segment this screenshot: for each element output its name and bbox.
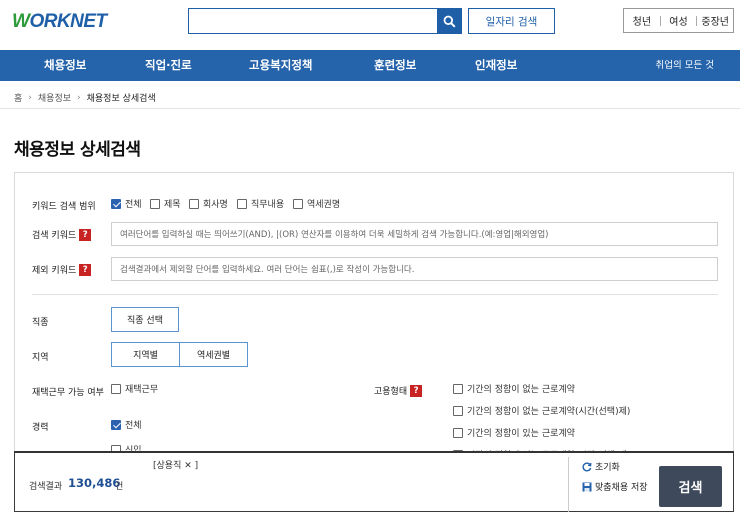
nav-item-jobs[interactable]: 채용정보: [44, 50, 86, 81]
checkbox-icon: [111, 383, 121, 394]
region-tab-station[interactable]: 역세권별: [179, 342, 248, 367]
save-custom-search-button[interactable]: 맞춤채용 저장: [582, 480, 648, 493]
employment-type-checkbox[interactable]: 기간의 정함이 없는 근로계약(시간(선택)제): [453, 404, 630, 417]
checkbox-icon: [237, 198, 247, 209]
checkbox-icon: [293, 198, 303, 209]
divider: [32, 294, 718, 295]
search-submit-button[interactable]: 검색: [659, 466, 722, 507]
result-bar: [상용직 ✕ ] 검색결과 130,486 건 초기화 맞춤채용 저장 검색: [14, 451, 734, 512]
scope-company-checkbox[interactable]: 회사명: [189, 197, 228, 210]
nav-item-training[interactable]: 훈련정보: [374, 50, 416, 81]
remote-work-label: 재택근무 가능 여부: [32, 388, 104, 398]
breadcrumb: 홈 › 채용정보 › 채용정보 상세검색: [14, 91, 156, 105]
exclude-keyword-label: 제외 키워드?: [32, 263, 92, 276]
search-input[interactable]: [188, 8, 438, 34]
checkbox-icon: [453, 405, 463, 416]
scope-all-checkbox[interactable]: 전체: [111, 197, 142, 210]
site-header: WORKNET 일자리 검색 청년 여성 중장년: [0, 0, 740, 50]
job-type-label: 직종: [32, 318, 49, 328]
employment-type-label: 고용형태?: [374, 384, 423, 397]
career-all-checkbox[interactable]: 전체: [111, 418, 142, 431]
worknet-logo[interactable]: WORKNET: [12, 10, 107, 34]
search-keyword-input[interactable]: 여러단어를 입력하실 때는 띄어쓰기(AND), |(OR) 연산자를 이용하여…: [111, 222, 718, 246]
breadcrumb-home[interactable]: 홈: [14, 91, 22, 104]
divider: [568, 457, 569, 512]
result-unit: 건: [115, 482, 124, 492]
exclude-keyword-input[interactable]: 검색결과에서 제외할 단어를 입력하세요. 여러 단어는 쉼표(,)로 작성이 …: [111, 257, 718, 281]
job-type-select-button[interactable]: 직종 선택: [111, 307, 179, 332]
logo-text: ORKNET: [29, 11, 107, 32]
checkbox-icon: [189, 198, 199, 209]
link-women[interactable]: 여성: [661, 13, 697, 28]
checkbox-icon: [453, 383, 463, 394]
job-search-button[interactable]: 일자리 검색: [468, 8, 555, 34]
result-label: 검색결과: [29, 482, 63, 492]
remote-work-checkbox[interactable]: 재택근무: [111, 382, 158, 395]
divider: [0, 108, 740, 109]
search-icon: [443, 15, 456, 28]
help-icon[interactable]: ?: [79, 228, 92, 241]
help-icon[interactable]: ?: [410, 384, 423, 397]
nav-item-talent[interactable]: 인재정보: [475, 50, 517, 81]
employment-type-checkbox[interactable]: 기간의 정함이 있는 근로계약: [453, 426, 575, 439]
employment-type-checkbox[interactable]: 기간의 정함이 없는 근로계약: [453, 382, 575, 395]
nav-all-services[interactable]: 취업의 모든 것: [656, 50, 714, 81]
checkbox-icon: [453, 427, 463, 438]
checkbox-icon: [150, 198, 160, 209]
audience-links: 청년 여성 중장년: [623, 8, 734, 33]
chevron-right-icon: ›: [77, 92, 81, 103]
page-title: 채용정보 상세검색: [14, 140, 141, 160]
help-icon[interactable]: ?: [79, 263, 92, 276]
nav-item-welfare-policy[interactable]: 고용복지정책: [249, 50, 312, 81]
region-tab-area[interactable]: 지역별: [111, 342, 180, 367]
chevron-right-icon: ›: [28, 92, 32, 103]
main-nav: 채용정보 직업·진로 고용복지정책 훈련정보 인재정보 취업의 모든 것: [0, 50, 740, 81]
career-label: 경력: [32, 423, 49, 433]
breadcrumb-current: 채용정보 상세검색: [86, 94, 156, 104]
reset-button[interactable]: 초기화: [582, 460, 620, 473]
result-count: 130,486: [68, 476, 121, 490]
nav-item-career[interactable]: 직업·진로: [145, 50, 192, 81]
checkbox-checked-icon: [111, 198, 121, 209]
checkbox-checked-icon: [111, 419, 121, 430]
save-icon: [582, 482, 592, 491]
scope-station-checkbox[interactable]: 역세권명: [293, 197, 340, 210]
search-button[interactable]: [437, 8, 462, 34]
keyword-scope-label: 키워드 검색 범위: [32, 202, 96, 212]
breadcrumb-jobs[interactable]: 채용정보: [38, 91, 71, 104]
refresh-icon: [582, 462, 592, 471]
scope-duty-checkbox[interactable]: 직무내용: [237, 197, 284, 210]
selected-filter-tag[interactable]: [상용직 ✕ ]: [153, 458, 198, 471]
search-keyword-label: 검색 키워드?: [32, 228, 92, 241]
scope-title-checkbox[interactable]: 제목: [150, 197, 181, 210]
link-middle-aged[interactable]: 중장년: [697, 13, 733, 28]
region-label: 지역: [32, 353, 49, 363]
link-youth[interactable]: 청년: [624, 13, 660, 28]
